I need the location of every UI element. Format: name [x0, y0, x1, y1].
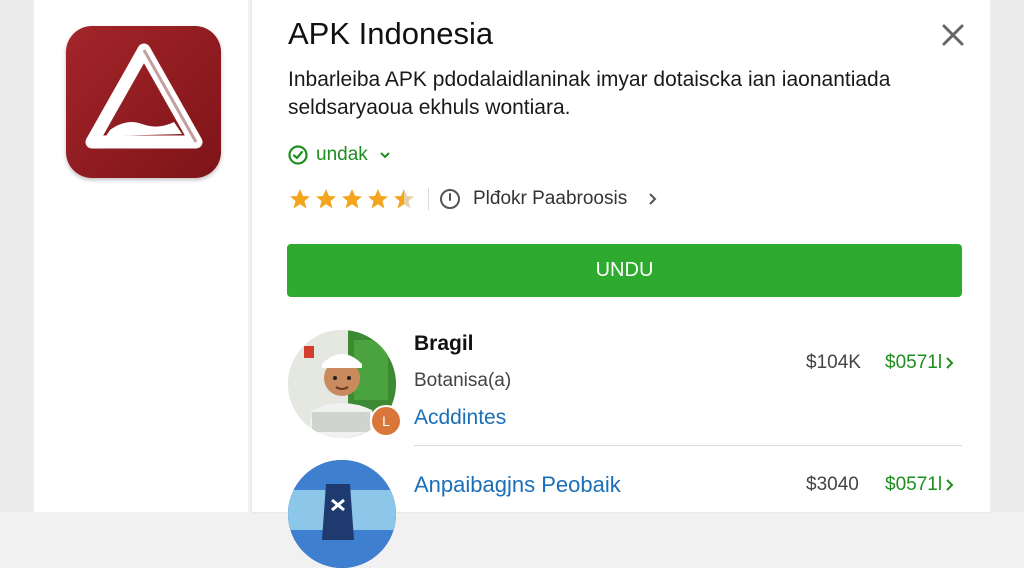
list-item-subtitle: Botanisa(a): [414, 370, 512, 391]
list-item-price-action[interactable]: $0571l: [885, 352, 955, 374]
list-item-link[interactable]: Acddintes: [414, 406, 506, 430]
list-item-title[interactable]: Anpaibagjns Peobaik: [414, 472, 621, 498]
right-gutter: [990, 0, 1024, 512]
list-item-price-action-label: $0571l: [885, 474, 943, 495]
app-logo-icon: [66, 26, 221, 178]
star-rating: [288, 187, 418, 211]
install-button[interactable]: UNDU: [287, 244, 962, 297]
avatar: [288, 460, 396, 568]
list-item-price-action-label: $0571l: [885, 352, 943, 373]
list-item-price: $104K: [806, 352, 861, 373]
avatar-badge: L: [370, 405, 402, 437]
list-divider: [414, 445, 962, 446]
list-item[interactable]: Anpaibagjns Peobaik $3040 $0571l: [288, 456, 962, 568]
download-status-icon: [288, 145, 308, 165]
close-icon[interactable]: [940, 22, 966, 48]
star-icon: [316, 189, 336, 209]
list-item[interactable]: L Bragil Botanisa(a) Acddintes $104K $05…: [288, 330, 962, 446]
star-half-icon: [394, 189, 414, 209]
star-icon: [368, 189, 388, 209]
star-icon: [290, 189, 310, 209]
rating-row: Plđokr Paabroosis: [288, 184, 659, 214]
chevron-right-icon: [946, 357, 954, 369]
app-description: Inbarleiba APK pdodalaidlaninak imyar do…: [288, 68, 891, 119]
list-item-price: $3040: [806, 474, 859, 495]
star-icon: [342, 189, 362, 209]
download-status[interactable]: undak: [288, 142, 392, 168]
download-status-label: undak: [316, 144, 368, 165]
app-title: APK Indonesia: [288, 16, 494, 51]
list-item-name: Bragil: [414, 332, 474, 355]
chevron-down-icon: [380, 152, 390, 159]
chevron-right-icon[interactable]: [645, 192, 659, 206]
list-item-price-action[interactable]: $0571l: [885, 474, 955, 496]
divider: [428, 188, 429, 210]
meta-info-link[interactable]: Plđokr Paabroosis: [473, 188, 627, 210]
clock-icon: [440, 189, 460, 209]
chevron-right-icon: [946, 479, 954, 491]
left-gutter: [0, 0, 34, 512]
